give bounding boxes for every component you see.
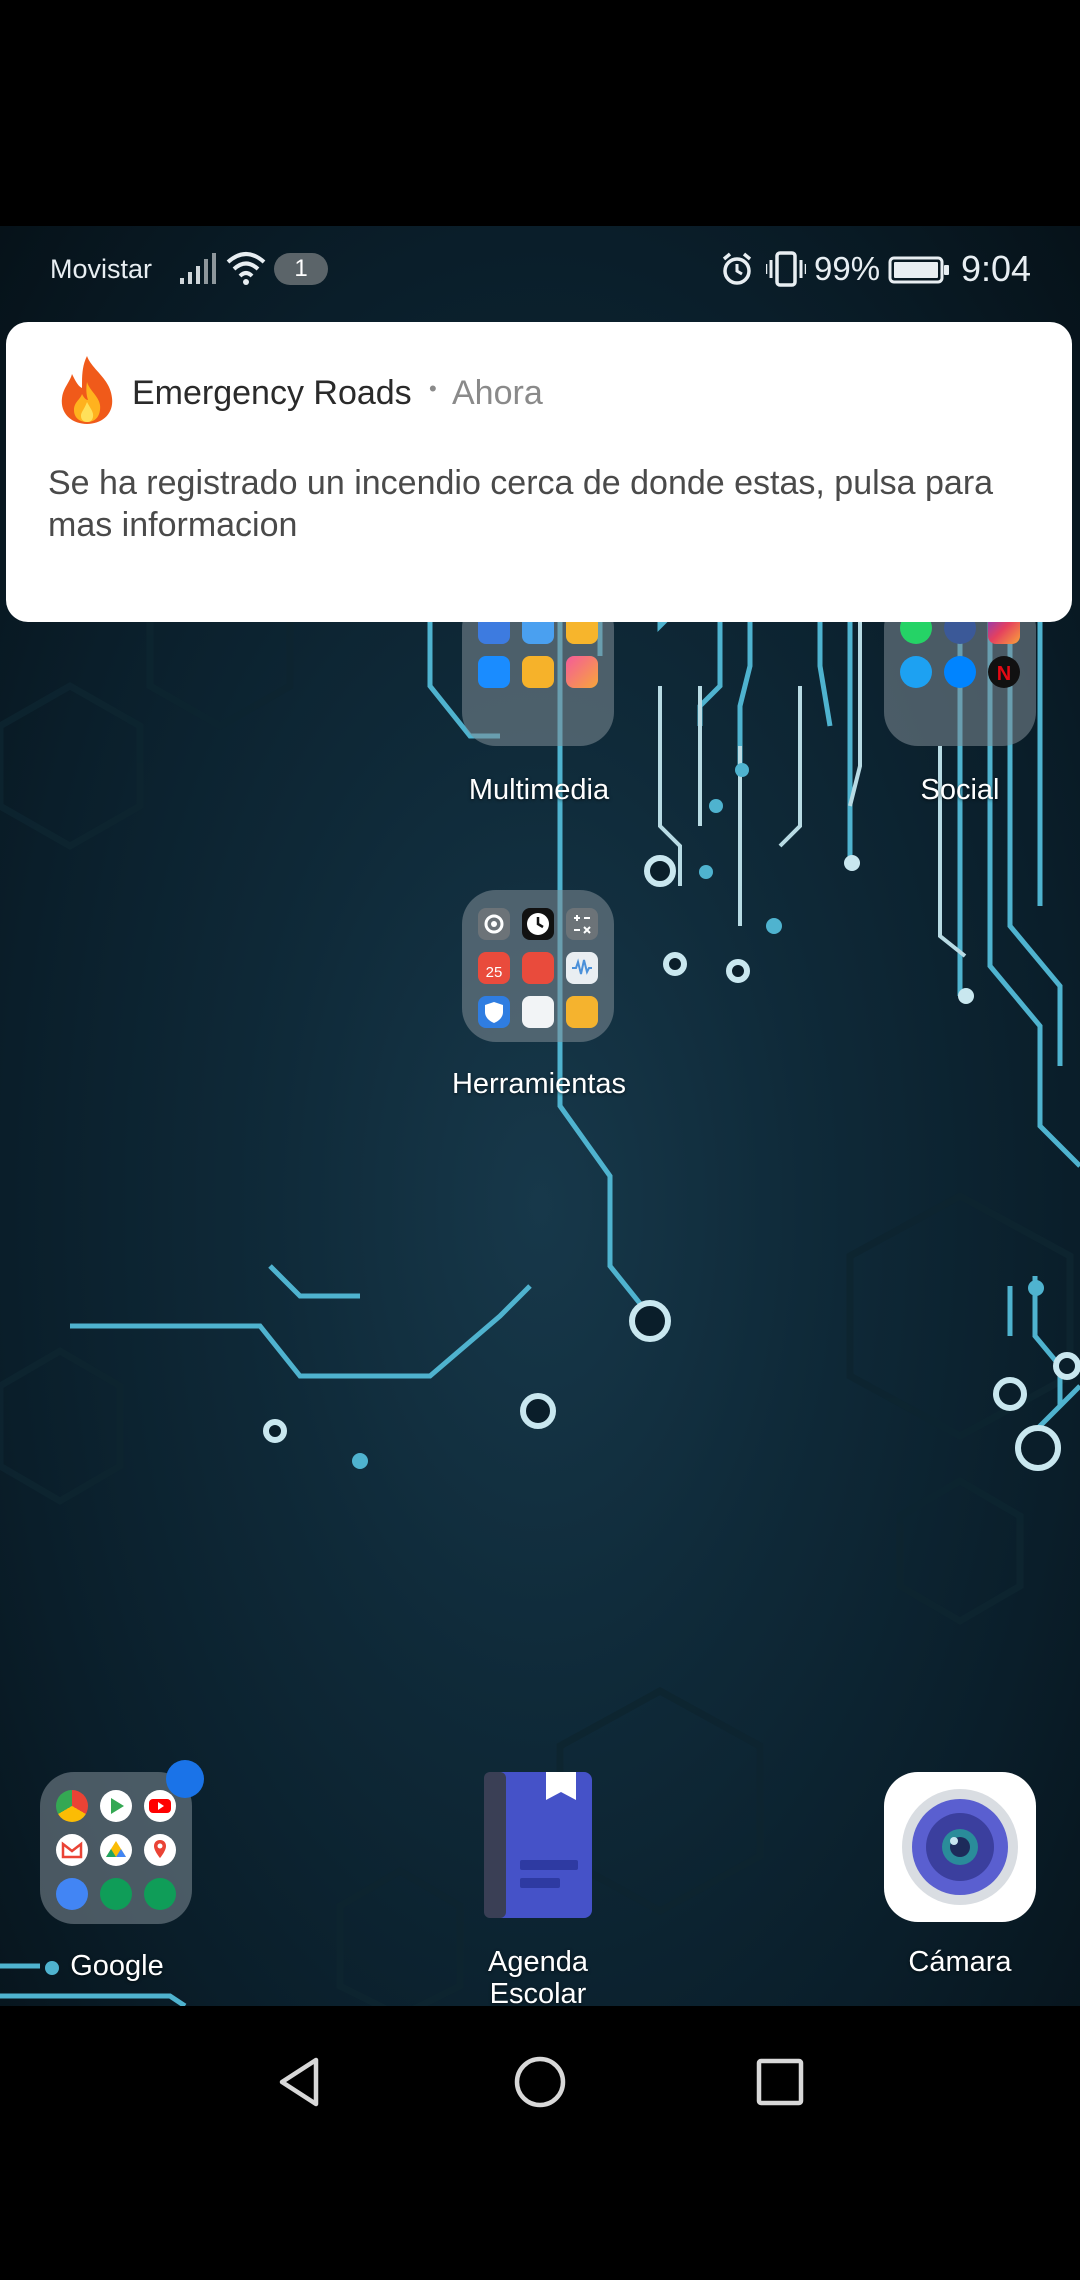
messenger-app-icon (944, 656, 976, 688)
notification-card[interactable]: Emergency Roads • Ahora Se ha registrado… (6, 322, 1072, 622)
themes-app-icon (566, 656, 598, 688)
notification-separator: • (429, 376, 437, 401)
download-app-icon (522, 656, 554, 688)
wifi-icon (226, 250, 266, 291)
twitter-app-icon (900, 656, 932, 688)
fire-icon (52, 354, 122, 431)
folder-herramientas[interactable]: 25 (462, 890, 614, 1042)
maps-app-icon (144, 1834, 176, 1866)
recorder-app-icon (566, 952, 598, 984)
drive-app-icon (100, 1834, 132, 1866)
folder-label-multimedia: Multimedia (468, 774, 610, 806)
app-label-camara: Cámara (908, 1946, 1012, 1978)
app-label-google: Google (70, 1950, 164, 1982)
notification-badge (166, 1760, 204, 1798)
gmail-app-icon (56, 1834, 88, 1866)
notification-time: Ahora (452, 374, 543, 412)
calendar-app-icon: 25 (478, 952, 510, 984)
clock: 9:04 (961, 248, 1032, 289)
home-icon[interactable] (512, 2054, 568, 2115)
battery-percent: 99% (814, 250, 881, 287)
folder-label-social: Social (920, 774, 1000, 806)
top-black-area (0, 0, 1080, 226)
shazam-app-icon (478, 656, 510, 688)
recents-icon[interactable] (752, 2054, 808, 2115)
battery-icon (888, 256, 950, 289)
signal-icon (180, 252, 216, 291)
folder-google[interactable] (40, 1772, 192, 1924)
status-bar: Movistar 1 99% 9:04 (0, 240, 1080, 300)
agenda-escolar-app-icon[interactable] (482, 1770, 594, 1920)
youtube-app-icon (144, 1790, 176, 1822)
alarm-icon (720, 252, 754, 291)
compass-app-icon (566, 996, 598, 1028)
calculator-app-icon (566, 908, 598, 940)
sim-badge: 1 (274, 253, 328, 285)
play-store-app-icon (100, 1790, 132, 1822)
chrome-app-icon (56, 1790, 88, 1822)
notification-app-name: Emergency Roads (132, 374, 412, 412)
flashlight-app-icon (522, 952, 554, 984)
camera-app-icon[interactable] (884, 1772, 1036, 1922)
settings-app-icon (478, 908, 510, 940)
files-app-icon (522, 996, 554, 1028)
back-icon[interactable] (272, 2054, 328, 2115)
svg-text:25: 25 (486, 964, 503, 981)
folder-label-herramientas: Herramientas (451, 1068, 627, 1100)
app-label-agenda-escolar: Agenda Escolar (488, 1946, 588, 2010)
security-app-icon (478, 996, 510, 1028)
carrier-name: Movistar (50, 254, 153, 284)
notification-message: Se ha registrado un incendio cerca de do… (48, 464, 994, 544)
vibrate-icon (764, 250, 808, 293)
classroom-app-icon (100, 1878, 132, 1910)
translate-app-icon (56, 1878, 88, 1910)
svg-text:N: N (997, 663, 1011, 685)
clock-app-icon (522, 908, 554, 940)
navigation-bar (0, 2006, 1080, 2280)
netflix-app-icon: N (988, 656, 1020, 688)
hangouts-app-icon (144, 1878, 176, 1910)
